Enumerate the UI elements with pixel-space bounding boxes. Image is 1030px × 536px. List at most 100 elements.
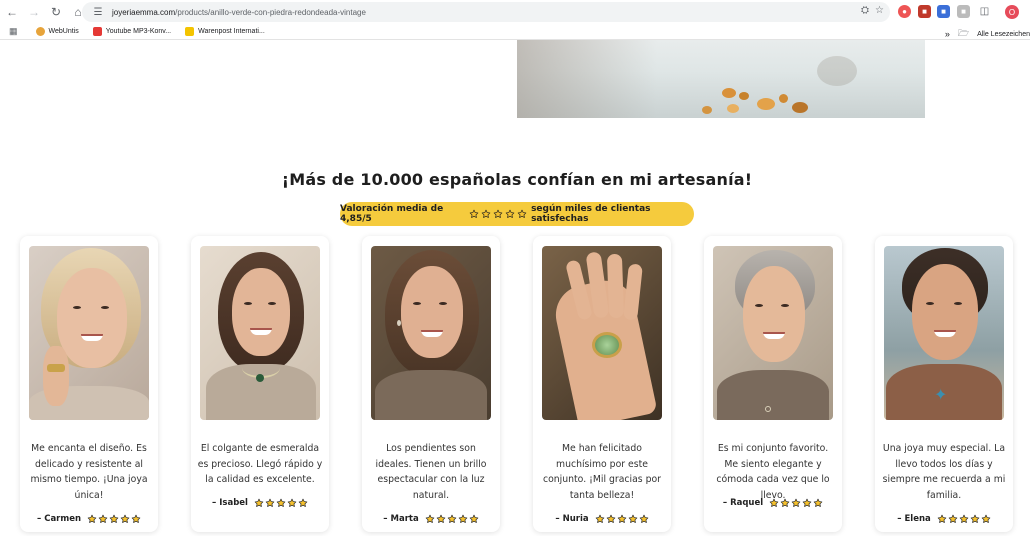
forward-icon[interactable]: → — [24, 2, 44, 22]
star-icon — [505, 209, 515, 219]
site-info-icon[interactable]: ☰ — [88, 7, 108, 18]
customer-photo-raquel — [713, 246, 833, 420]
review-stars — [87, 514, 141, 524]
star-icon — [481, 209, 491, 219]
testimonial-quote: Una joya muy especial. La llevo todos lo… — [882, 443, 1006, 502]
star-icon — [937, 514, 947, 524]
star-icon — [769, 498, 779, 508]
extension-icon-1[interactable]: ● — [898, 5, 911, 18]
testimonial-card-raquel: Es mi conjunto favorito. Me siento elega… — [704, 236, 842, 532]
rating-stars — [469, 209, 527, 219]
testimonial-quote: Los pendientes son ideales. Tienen un br… — [375, 443, 487, 502]
testimonial-card-marta: Los pendientes son ideales. Tienen un br… — [362, 236, 500, 532]
testimonial-quote: Es mi conjunto favorito. Me siento elega… — [716, 443, 830, 502]
folder-icon: 🗁 — [957, 28, 970, 38]
star-icon — [970, 514, 980, 524]
customer-name: Marta — [390, 514, 419, 524]
star-icon — [628, 514, 638, 524]
star-icon — [948, 514, 958, 524]
testimonial-card-carmen: Me encanta el diseño. Es delicado y resi… — [20, 236, 158, 532]
testimonial-signature: – Isabel — [191, 498, 329, 508]
star-icon — [87, 514, 97, 524]
testimonial-quote: Me encanta el diseño. Es delicado y resi… — [30, 443, 148, 502]
star-icon — [447, 514, 457, 524]
customer-photo-carmen — [29, 246, 149, 420]
star-icon — [493, 209, 503, 219]
youtube-icon — [92, 27, 102, 36]
testimonial-signature: – Carmen — [20, 514, 158, 524]
bookmark-warenpost[interactable]: Warenpost Internati... — [185, 27, 265, 36]
customer-name: Raquel — [730, 498, 764, 508]
star-icon — [606, 514, 616, 524]
review-stars — [254, 498, 308, 508]
star-icon — [287, 498, 297, 508]
star-icon — [780, 498, 790, 508]
customer-photo-isabel — [200, 246, 320, 420]
star-icon — [595, 514, 605, 524]
star-icon — [98, 514, 108, 524]
back-icon[interactable]: ← — [2, 2, 22, 22]
reload-icon[interactable]: ↻ — [46, 2, 66, 22]
testimonial-card-nuria: Me han felicitado muchísimo por este con… — [533, 236, 671, 532]
testimonial-quote: El colgante de esmeralda es precioso. Ll… — [197, 443, 323, 486]
bookmark-youtube-mp3[interactable]: Youtube MP3-Konv... — [92, 27, 171, 36]
apps-grid-icon[interactable]: ▦ — [9, 26, 18, 37]
testimonial-card-elena: ✦ Una joya muy especial. La llevo todos … — [875, 236, 1013, 532]
hero-jewelry-image — [517, 40, 925, 118]
star-icon — [458, 514, 468, 524]
star-icon — [436, 514, 446, 524]
star-icon — [959, 514, 969, 524]
customer-photo-marta — [371, 246, 491, 420]
star-icon — [254, 498, 264, 508]
extensions-puzzle-icon[interactable]: ◫ — [978, 5, 991, 18]
star-icon — [265, 498, 275, 508]
bookmark-star-icon[interactable]: ☆ — [875, 5, 884, 16]
customer-photo-elena: ✦ — [884, 246, 1004, 420]
star-icon — [120, 514, 130, 524]
customer-name: Isabel — [219, 498, 248, 508]
review-stars — [937, 514, 991, 524]
star-icon — [517, 209, 527, 219]
star-icon — [469, 209, 479, 219]
customer-photo-nuria — [542, 246, 662, 420]
more-bookmarks-icon[interactable]: » — [945, 29, 950, 39]
browser-toolbar: ← → ↻ ⌂ ☰ joyeriaemma.com/products/anill… — [0, 0, 1030, 24]
customer-name: Elena — [904, 514, 931, 524]
review-stars — [769, 498, 823, 508]
star-icon — [617, 514, 627, 524]
bookmark-label: WebUntis — [48, 28, 79, 35]
testimonial-signature: – Raquel — [704, 498, 842, 508]
star-icon — [639, 514, 649, 524]
review-stars — [425, 514, 479, 524]
profile-avatar[interactable]: O — [1005, 5, 1019, 19]
testimonial-signature: – Elena — [875, 514, 1013, 524]
star-icon — [469, 514, 479, 524]
star-icon — [276, 498, 286, 508]
webuntis-icon — [35, 27, 45, 36]
star-icon — [109, 514, 119, 524]
star-icon — [298, 498, 308, 508]
address-bar[interactable]: ☰ joyeriaemma.com/products/anillo-verde-… — [82, 2, 890, 22]
star-icon — [802, 498, 812, 508]
customer-name: Carmen — [44, 514, 82, 524]
warenpost-icon — [185, 27, 195, 36]
rating-pill: Valoración media de 4,85/5 según miles d… — [340, 202, 694, 226]
bookmarks-bar: ▦ WebUntis Youtube MP3-Konv... Warenpost… — [0, 24, 1030, 40]
extension-icon-3[interactable]: ■ — [937, 5, 950, 18]
customer-name: Nuria — [562, 514, 589, 524]
testimonial-quote: Me han felicitado muchísimo por este con… — [542, 443, 662, 502]
star-icon — [131, 514, 141, 524]
testimonial-card-isabel: El colgante de esmeralda es precioso. Ll… — [191, 236, 329, 532]
testimonial-signature: – Marta — [362, 514, 500, 524]
rating-suffix: según miles de clientas satisfechas — [531, 204, 651, 224]
translate-icon[interactable]: ⛭ — [861, 5, 869, 16]
bookmark-webuntis[interactable]: WebUntis — [35, 27, 79, 36]
all-bookmarks-link[interactable]: Alle Lesezeichen — [977, 31, 1030, 38]
address-url[interactable]: joyeriaemma.com/products/anillo-verde-co… — [112, 8, 366, 17]
section-headline: ¡Más de 10.000 españolas confían en mi a… — [281, 170, 753, 189]
extension-icon-2[interactable]: ■ — [918, 5, 931, 18]
star-icon — [425, 514, 435, 524]
rating-prefix: Valoración media de 4,85/5 — [340, 204, 444, 224]
review-stars — [595, 514, 649, 524]
extension-icon-4[interactable]: ■ — [957, 5, 970, 18]
